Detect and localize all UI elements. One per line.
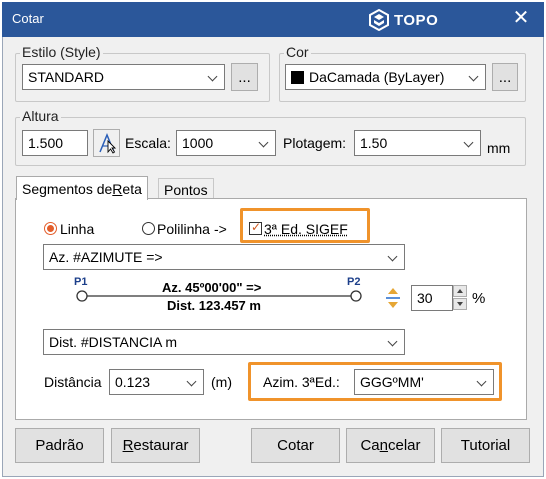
distance-format-value: Dist. #DISTANCIA m [49,334,178,350]
tab-points-label: Pontos [164,181,208,198]
chevron-down-icon [463,136,475,150]
offset-icon [386,288,400,308]
dimension-ok-button[interactable]: Cotar [251,428,340,463]
tutorial-button[interactable]: Tutorial [441,428,530,463]
azim-label: Azim. 3ªEd.: [263,374,340,390]
pick-height-button[interactable] [93,129,120,157]
scale-label: Escala: [125,135,171,151]
tab-segments-label-mnemonic: R [112,180,123,197]
tab-segments[interactable]: Segmentos de Reta [16,176,148,200]
cursor-pick-icon [98,133,116,154]
preview-distance-text: Dist. 123.457 m [167,298,261,313]
cancel-button[interactable]: Ca n celar [346,428,435,463]
chevron-down-icon [258,136,270,150]
color-select[interactable]: DaCamada (ByLayer) [285,64,486,90]
brand-logo: TOPO [369,8,438,32]
title-bar: Cotar TOPO ✕ [2,2,544,37]
distance-unit: (m) [211,374,232,390]
topo-logo-icon [369,9,389,31]
p2-marker [350,290,362,302]
cancel-label-pre: Ca [360,437,380,454]
tutorial-button-label: Tutorial [460,437,511,454]
scale-select-value: 1000 [182,135,214,151]
plot-label: Plotagem: [283,135,347,151]
spin-down-button[interactable] [453,298,467,310]
plot-select[interactable]: 1.50 [354,130,481,156]
chevron-down-icon [186,375,198,389]
distance-format-select[interactable]: Dist. #DISTANCIA m [43,329,405,355]
restore-label-mnemonic: R [122,437,134,454]
color-legend: Cor [284,44,311,60]
style-browse-button[interactable]: ... [231,63,258,91]
tab-segments-label-pre: Segmentos de [22,180,113,197]
percent-input[interactable]: 30 [411,285,453,311]
style-browse-label: ... [238,68,251,86]
azim-format-select[interactable]: GGGºMM' [354,369,494,395]
radio-polyline-label: Polilinha [157,221,210,237]
window-title: Cotar [12,11,44,26]
restore-label-rest: estaurar [133,437,189,454]
radio-line-label: Linha [60,221,95,237]
style-select[interactable]: STANDARD [22,64,225,90]
sigef-checkbox-label: 3ª Ed. SIGEF [264,221,348,237]
color-browse-button[interactable]: ... [492,63,518,91]
sigef-checkbox[interactable]: ✓ [249,220,262,235]
percent-input-value: 30 [417,290,433,306]
azim-format-value: GGGºMM' [360,374,424,390]
chevron-down-icon [387,250,399,264]
check-icon: ✓ [251,220,262,234]
radio-line[interactable] [44,222,57,235]
color-swatch [291,70,304,84]
brand-name: TOPO [394,11,439,29]
height-legend: Altura [20,108,61,124]
azimuth-format-select[interactable]: Az. #AZIMUTE => [43,244,405,270]
style-legend: Estilo (Style) [20,44,103,60]
percent-unit: % [472,290,486,307]
preview-azimuth-text: Az. 45º00'00" => [162,280,262,295]
height-input[interactable]: 1.500 [22,130,88,156]
tab-segments-label-post: eta [122,180,142,197]
scale-select[interactable]: 1000 [176,130,276,156]
tab-points[interactable]: Pontos [158,178,214,200]
color-select-value: DaCamada (ByLayer) [309,69,445,85]
distance-label: Distância [44,374,102,390]
chevron-down-icon [387,335,399,349]
spin-up-button[interactable] [453,285,467,297]
default-button[interactable]: Padrão [15,428,104,463]
radio-polyline[interactable] [142,222,155,235]
color-browse-label: ... [498,68,512,86]
chevron-down-icon [468,70,480,84]
preview-p2-label: P2 [347,276,361,288]
p1-marker [76,290,88,302]
chevron-down-icon [476,375,488,389]
distance-select-value: 0.123 [115,374,151,390]
default-button-label: Padrão [35,437,84,454]
distance-select[interactable]: 0.123 [109,369,204,395]
restore-button[interactable]: Restaurar [111,428,200,463]
chevron-down-icon [207,70,219,84]
preview-p1-label: P1 [74,276,88,288]
ok-button-label: Cotar [277,437,314,454]
plot-select-value: 1.50 [360,135,388,151]
close-icon[interactable]: ✕ [509,7,533,31]
cancel-label-mnemonic: n [379,437,388,454]
plot-unit: mm [487,140,511,156]
style-select-value: STANDARD [28,69,104,85]
cancel-label-post: celar [388,437,421,454]
height-input-value: 1.500 [28,135,64,151]
polyline-arrow-text: -> [214,221,227,237]
azimuth-format-value: Az. #AZIMUTE => [49,249,163,265]
